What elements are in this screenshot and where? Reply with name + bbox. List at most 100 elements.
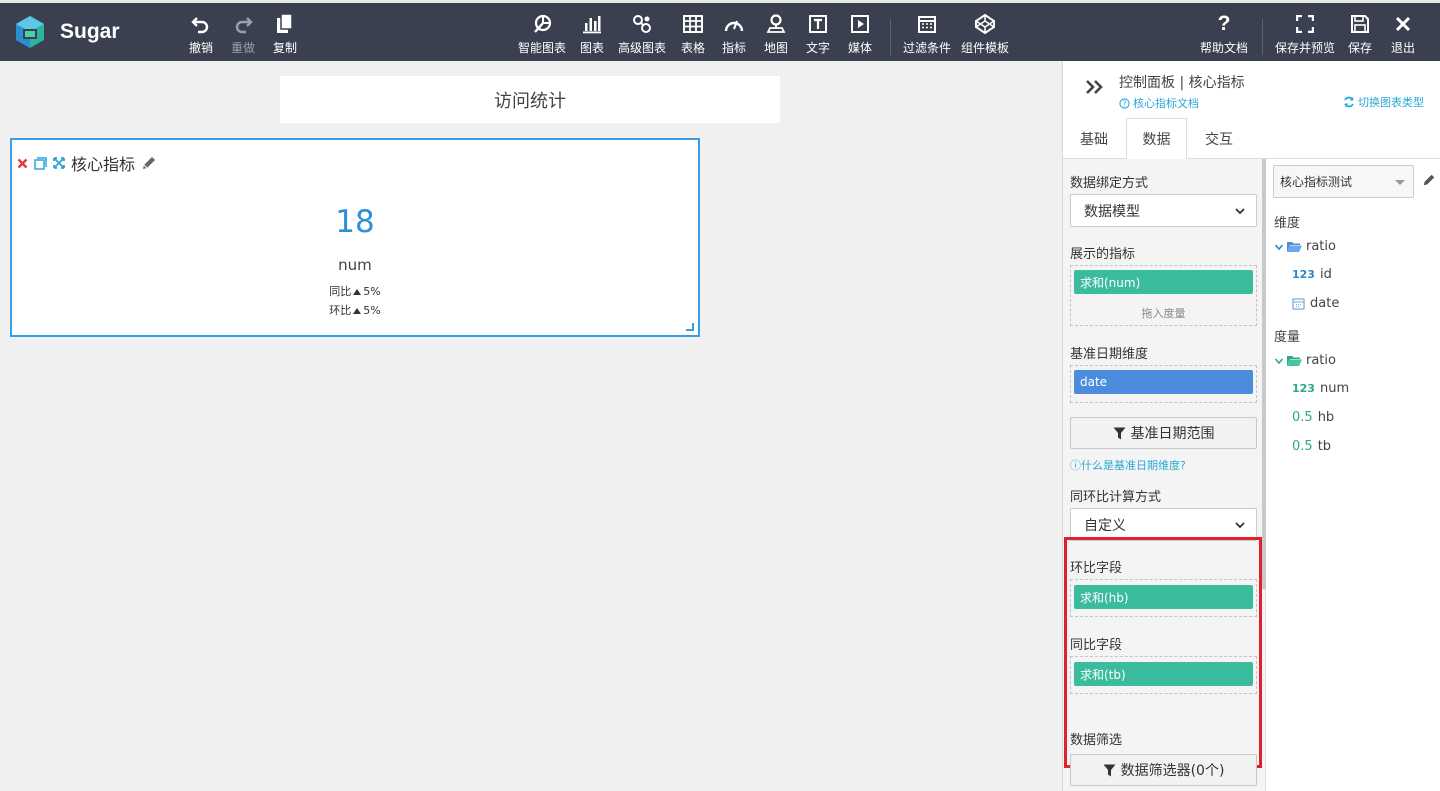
decimal-type-icon: 0.5 (1292, 439, 1313, 454)
kpi-value: 18 (335, 204, 375, 240)
question-icon: ? (1217, 12, 1231, 35)
filter-button[interactable]: 过滤条件 (903, 13, 951, 56)
logo: Sugar (14, 15, 120, 49)
sugar-logo-icon (16, 16, 44, 48)
drop-hint: 拖入度量 (1141, 307, 1186, 320)
expand-widget-icon[interactable] (53, 157, 65, 169)
tab-interaction[interactable]: 交互 (1187, 118, 1251, 159)
date-dim-label: 基准日期维度 (1070, 347, 1149, 362)
map-button[interactable]: 地图 (764, 13, 788, 56)
widget-title: 核心指标 (71, 155, 136, 174)
floppy-icon (1351, 15, 1369, 33)
tab-data[interactable]: 数据 (1126, 118, 1187, 160)
binding-select[interactable]: 数据模型 (1070, 194, 1257, 227)
exit-button[interactable]: 退出 (1391, 13, 1415, 56)
table-button[interactable]: 表格 (681, 13, 705, 56)
calendar-icon (918, 16, 936, 33)
save-button[interactable]: 保存 (1348, 13, 1372, 56)
metric-button[interactable]: 指标 (722, 13, 746, 56)
chevron-down-icon (1235, 208, 1245, 215)
decimal-type-icon: 0.5 (1292, 410, 1313, 425)
edit-title-icon[interactable] (141, 155, 157, 171)
advanced-chart-icon (633, 15, 651, 33)
component-template-button[interactable]: 组件模板 (961, 13, 1009, 56)
field-item[interactable]: 0.5 hb (1292, 410, 1334, 425)
field-item[interactable]: 123 id (1292, 267, 1332, 282)
switch-chart-type-link[interactable]: 切换图表类型 (1343, 94, 1424, 110)
table-icon (683, 15, 703, 33)
toolbar-divider-right (1262, 19, 1263, 55)
kpi-yoy: 同比 5% (329, 285, 381, 298)
binding-label: 数据绑定方式 (1070, 176, 1149, 191)
delete-widget-icon[interactable] (17, 158, 28, 169)
kpi-widget[interactable]: 核心指标 18 num 同比 5% 环比 5% (10, 138, 700, 337)
play-icon (851, 15, 869, 33)
undo-icon (191, 17, 209, 34)
model-select[interactable]: 核心指标测试 (1273, 165, 1414, 198)
widget-tools: 核心指标 (17, 151, 163, 175)
data-filter-button[interactable]: 数据筛选器(0个) (1070, 754, 1257, 786)
duplicate-widget-icon[interactable] (34, 156, 47, 170)
metrics-dropzone[interactable]: 求和(num) 拖入度量 (1070, 265, 1257, 326)
copy-button[interactable]: 复制 (273, 13, 297, 56)
undo-button[interactable]: 撤销 (189, 13, 213, 56)
calc-method-label: 同环比计算方式 (1070, 490, 1162, 505)
data-model-column: 核心指标测试 维度 ratio 123 id date 度量 ratio 123… (1266, 159, 1440, 791)
brand-name: Sugar (60, 20, 120, 43)
up-arrow-icon (353, 288, 362, 295)
codepen-icon (975, 14, 995, 34)
page-title[interactable]: 访问统计 (280, 76, 780, 123)
chevron-down-icon (1274, 243, 1284, 250)
integer-type-icon: 123 (1292, 382, 1315, 395)
field-item[interactable]: date (1292, 296, 1339, 311)
up-arrow-icon (353, 307, 362, 314)
help-button[interactable]: ? 帮助文档 (1200, 12, 1248, 56)
date-dim-dropzone[interactable]: date (1070, 365, 1257, 403)
field-item[interactable]: 123 num (1292, 381, 1349, 396)
measures-header: 度量 (1274, 330, 1301, 345)
panel-title: 控制面板 | 核心指标 (1119, 75, 1245, 91)
date-chip[interactable]: date (1074, 370, 1253, 394)
dimension-folder[interactable]: ratio (1274, 239, 1336, 254)
fullscreen-icon (1296, 15, 1314, 33)
help-circle-icon: ⓘ (1070, 459, 1081, 472)
design-canvas[interactable]: 访问统计 核心指标 18 num 同比 5% 环比 5% (0, 61, 1062, 791)
text-icon (809, 15, 827, 33)
chevron-down-icon (1274, 357, 1284, 364)
tab-basic[interactable]: 基础 (1063, 118, 1125, 159)
folder-open-icon (1287, 241, 1302, 252)
dimensions-header: 维度 (1274, 216, 1301, 231)
collapse-panel-icon[interactable] (1085, 79, 1105, 99)
integer-type-icon: 123 (1292, 268, 1315, 281)
kpi-name: num (338, 256, 372, 274)
data-config-column: 数据绑定方式 数据模型 展示的指标 求和(num) 拖入度量 基准日期维度 da… (1063, 159, 1266, 791)
metric-chip[interactable]: 求和(num) (1074, 270, 1253, 294)
toolbar-divider (890, 19, 891, 55)
gauge-icon (724, 20, 744, 32)
refresh-icon (1344, 96, 1354, 108)
funnel-icon (1113, 427, 1125, 439)
date-dim-help-link[interactable]: ⓘ什么是基准日期维度? (1070, 457, 1186, 473)
text-button[interactable]: 文字 (806, 13, 830, 56)
redo-button[interactable]: 重做 (231, 13, 255, 56)
map-pin-icon (766, 14, 786, 33)
chart-button[interactable]: 图表 (580, 13, 604, 56)
resize-handle[interactable] (686, 323, 694, 331)
edit-model-icon[interactable] (1422, 172, 1436, 191)
top-toolbar: Sugar 撤销 重做 复制 智能图表 图表 高级图表 表格 指标 地图 文字 (0, 0, 1440, 61)
measure-folder[interactable]: ratio (1274, 353, 1336, 368)
advanced-chart-button[interactable]: 高级图表 (618, 13, 666, 56)
field-item[interactable]: 0.5 tb (1292, 439, 1331, 454)
copy-icon (277, 14, 293, 33)
smart-chart-button[interactable]: 智能图表 (518, 13, 566, 56)
help-circle-icon: ? (1119, 97, 1130, 109)
folder-open-icon (1287, 355, 1302, 366)
close-icon (1395, 16, 1411, 32)
doc-link[interactable]: ? 核心指标文档 (1119, 95, 1199, 111)
save-preview-button[interactable]: 保存并预览 (1275, 13, 1335, 56)
panel-tabs: 基础 数据 交互 (1063, 118, 1440, 160)
media-button[interactable]: 媒体 (848, 13, 872, 56)
date-range-button[interactable]: 基准日期范围 (1070, 417, 1257, 449)
smart-chart-icon (534, 14, 552, 33)
caret-down-icon (1395, 180, 1405, 185)
